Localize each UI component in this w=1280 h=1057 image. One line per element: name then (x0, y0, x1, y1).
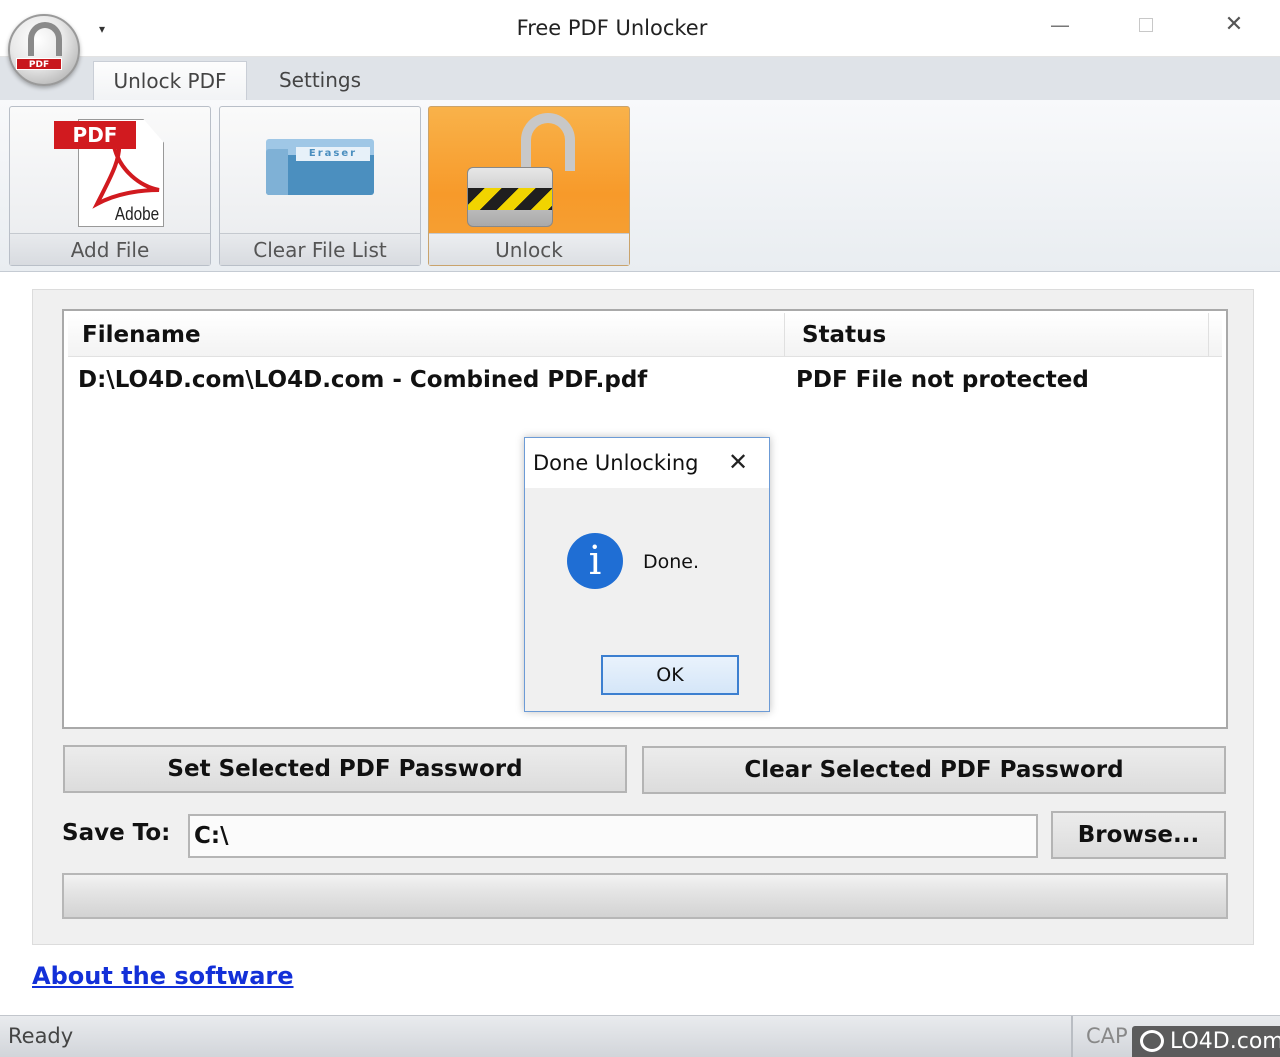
save-to-input[interactable]: C:\ (188, 814, 1038, 858)
status-text: Ready (8, 1024, 74, 1048)
maximize-icon (1139, 18, 1153, 32)
eraser-side (266, 149, 288, 195)
clear-file-list-label: Clear File List (220, 233, 420, 265)
status-divider (1071, 1016, 1073, 1057)
maximize-button[interactable] (1126, 10, 1166, 40)
cell-status: PDF File not protected (796, 367, 1089, 393)
ok-button[interactable]: OK (601, 655, 739, 695)
column-header-filename[interactable]: Filename (82, 313, 201, 357)
watermark-icon (1140, 1030, 1164, 1052)
cell-filename: D:\LO4D.com\LO4D.com - Combined PDF.pdf (78, 367, 648, 393)
column-header-status[interactable]: Status (802, 313, 886, 357)
ribbon-tab-bar: Unlock PDF Settings (0, 57, 1280, 101)
progress-bar (62, 873, 1228, 919)
padlock-stripes (468, 188, 552, 210)
add-file-label: Add File (10, 233, 210, 265)
eraser-band-label: Eraser (296, 147, 370, 161)
app-menu-orb-button[interactable]: PDF (8, 14, 80, 86)
dialog-message: Done. (643, 551, 700, 573)
file-list-header: Filename Status (68, 313, 1222, 357)
tab-unlock-pdf[interactable]: Unlock PDF (93, 61, 247, 101)
watermark-logo: LO4D.com (1132, 1026, 1280, 1057)
dialog-close-button[interactable]: ✕ (725, 447, 751, 477)
pdf-tag: PDF (54, 121, 136, 149)
padlock-open-icon (467, 113, 591, 229)
dialog-title-bar: Done Unlocking ✕ (525, 438, 769, 488)
padlock-shackle (521, 113, 575, 171)
about-link[interactable]: About the software (32, 962, 294, 990)
table-row[interactable]: D:\LO4D.com\LO4D.com - Combined PDF.pdf … (68, 363, 1222, 397)
browse-button[interactable]: Browse... (1051, 811, 1226, 859)
save-to-label: Save To: (62, 820, 171, 846)
column-divider[interactable] (1208, 313, 1209, 357)
padlock-body (467, 167, 553, 227)
clear-password-button[interactable]: Clear Selected PDF Password (642, 746, 1226, 794)
set-password-button[interactable]: Set Selected PDF Password (63, 745, 627, 793)
unlock-button[interactable]: Unlock (428, 106, 630, 266)
pdf-file-icon: Adobe PDF (54, 119, 164, 227)
status-bar: Ready CAP (0, 1015, 1280, 1057)
app-badge: PDF (16, 58, 62, 70)
lock-shackle-icon (28, 22, 62, 56)
ribbon-panel: Adobe PDF Add File Eraser Clear File Lis… (0, 100, 1280, 272)
column-divider[interactable] (784, 313, 785, 357)
watermark-text: LO4D.com (1170, 1029, 1280, 1054)
eraser-icon: Eraser (266, 139, 376, 197)
title-bar: ▾ Free PDF Unlocker — ✕ (0, 0, 1280, 57)
adobe-label: Adobe (114, 204, 160, 224)
information-icon: i (567, 533, 623, 589)
clear-file-list-button[interactable]: Eraser Clear File List (219, 106, 421, 266)
unlock-label: Unlock (429, 233, 629, 265)
minimize-button[interactable]: — (1040, 10, 1080, 40)
done-unlocking-dialog: Done Unlocking ✕ i Done. OK (524, 437, 770, 712)
tab-settings[interactable]: Settings (250, 61, 390, 101)
add-file-button[interactable]: Adobe PDF Add File (9, 106, 211, 266)
caps-lock-indicator: CAP (1086, 1024, 1128, 1048)
close-button[interactable]: ✕ (1214, 10, 1254, 40)
dialog-title: Done Unlocking (533, 451, 699, 475)
